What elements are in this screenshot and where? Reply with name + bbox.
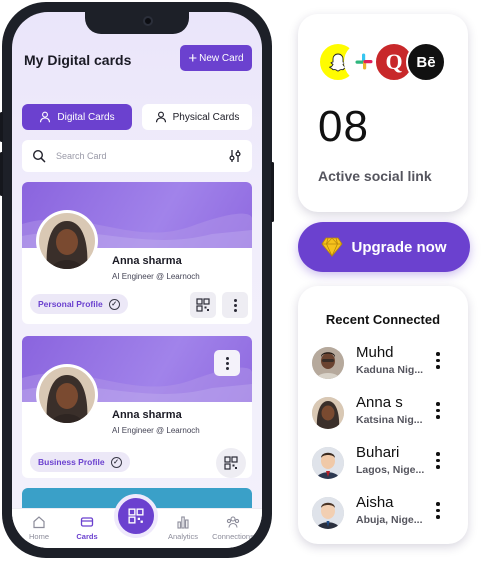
search-input[interactable]: Search Card: [56, 151, 228, 161]
qr-code-icon: [224, 456, 238, 470]
qr-code-button[interactable]: [216, 448, 246, 478]
profile-label: Personal Profile: [38, 299, 103, 309]
card-role: AI Engineer @ Learnoch: [112, 272, 200, 281]
page-title: My Digital cards: [24, 52, 132, 68]
scan-qr-button[interactable]: [114, 494, 158, 538]
new-card-label: New Card: [199, 52, 244, 64]
person-location: Abuja, Nige...: [356, 514, 423, 526]
qr-code-button[interactable]: [190, 292, 216, 318]
phone-frame: My Digital cards + New Card Digital Card…: [0, 2, 274, 558]
profile-badge[interactable]: Personal Profile ✓: [30, 294, 128, 314]
tab-label: Physical Cards: [172, 111, 240, 123]
person-location: Katsina Nig...: [356, 414, 423, 426]
behance-logo: Bē: [406, 42, 446, 82]
tab-label: Digital Cards: [57, 111, 115, 123]
nav-item-cards[interactable]: Cards: [64, 515, 110, 541]
camera-icon: [143, 16, 153, 26]
user-icon: [155, 111, 166, 123]
nav-label: Connections: [212, 532, 254, 541]
upgrade-button[interactable]: Upgrade now: [298, 222, 470, 272]
active-link-count: 08: [318, 102, 369, 151]
diamond-icon: [321, 237, 343, 257]
card-name: Anna sharma: [112, 409, 182, 421]
canvas: My Digital cards + New Card Digital Card…: [0, 0, 486, 562]
recent-connected-panel: Recent Connected Muhd Kaduna Nig... Anna…: [298, 286, 468, 544]
nav-label: Home: [28, 532, 49, 541]
nav-label: Cards: [76, 532, 98, 541]
person-name: Buhari: [356, 444, 400, 461]
digital-card[interactable]: Anna sharma AI Engineer @ Learnoch Busin…: [22, 336, 252, 478]
home-icon: [33, 516, 45, 529]
avatar: [312, 347, 344, 379]
list-item[interactable]: Buhari Lagos, Nige...: [312, 444, 462, 484]
nav-item-home[interactable]: Home: [16, 515, 62, 541]
nav-item-analytics[interactable]: Analytics: [160, 515, 206, 541]
connections-icon: [226, 516, 240, 528]
card-role: AI Engineer @ Learnoch: [112, 426, 200, 435]
nav-label: Analytics: [167, 532, 198, 541]
more-vertical-icon: [233, 298, 237, 312]
check-icon: ✓: [110, 456, 122, 468]
more-options-button[interactable]: [214, 350, 240, 376]
more-vertical-icon[interactable]: [436, 502, 440, 519]
person-location: Lagos, Nige...: [356, 464, 425, 476]
card-icon: [80, 517, 94, 527]
list-item[interactable]: Aisha Abuja, Nige...: [312, 494, 462, 534]
phone-power-button: [271, 162, 274, 222]
avatar: [312, 397, 344, 429]
avatar: [36, 210, 98, 272]
plus-icon: +: [188, 49, 198, 67]
list-item[interactable]: Anna s Katsina Nig...: [312, 394, 462, 434]
new-card-button[interactable]: + New Card: [180, 45, 252, 71]
phone-volume-button: [0, 112, 3, 142]
more-options-button[interactable]: [222, 292, 248, 318]
analytics-icon: [177, 516, 189, 529]
tab-physical-cards[interactable]: Physical Cards: [142, 104, 252, 130]
person-name: Anna s: [356, 394, 403, 411]
search-bar[interactable]: Search Card: [22, 140, 252, 172]
user-icon: [40, 111, 51, 123]
more-vertical-icon[interactable]: [436, 402, 440, 419]
list-item[interactable]: Muhd Kaduna Nig...: [312, 344, 462, 384]
avatar: [312, 497, 344, 529]
avatar: [312, 447, 344, 479]
digital-card[interactable]: Anna sharma AI Engineer @ Learnoch Perso…: [22, 182, 252, 324]
avatar: [36, 364, 98, 426]
qr-code-icon: [196, 298, 210, 312]
search-icon: [32, 149, 46, 163]
upgrade-label: Upgrade now: [351, 238, 447, 256]
social-links-panel: Q Bē 08 Active social link: [298, 14, 468, 212]
phone-notch: [85, 12, 189, 34]
nav-item-connections[interactable]: Connections: [208, 515, 258, 541]
social-logos: Q Bē: [318, 42, 458, 82]
check-icon: ✓: [108, 298, 120, 310]
person-name: Aisha: [356, 494, 394, 511]
recent-title: Recent Connected: [325, 312, 441, 327]
active-link-label: Active social link: [318, 168, 432, 184]
filter-icon[interactable]: [228, 149, 242, 163]
profile-label: Business Profile: [38, 457, 105, 467]
phone-volume-button: [0, 152, 3, 196]
more-vertical-icon[interactable]: [436, 452, 440, 469]
more-vertical-icon[interactable]: [436, 352, 440, 369]
profile-badge[interactable]: Business Profile ✓: [30, 452, 130, 472]
phone-screen: My Digital cards + New Card Digital Card…: [12, 12, 262, 548]
qr-code-icon: [128, 508, 144, 524]
more-vertical-icon: [225, 356, 229, 370]
person-location: Kaduna Nig...: [356, 364, 424, 376]
person-name: Muhd: [356, 344, 394, 361]
tab-digital-cards[interactable]: Digital Cards: [22, 104, 132, 130]
card-name: Anna sharma: [112, 255, 182, 267]
